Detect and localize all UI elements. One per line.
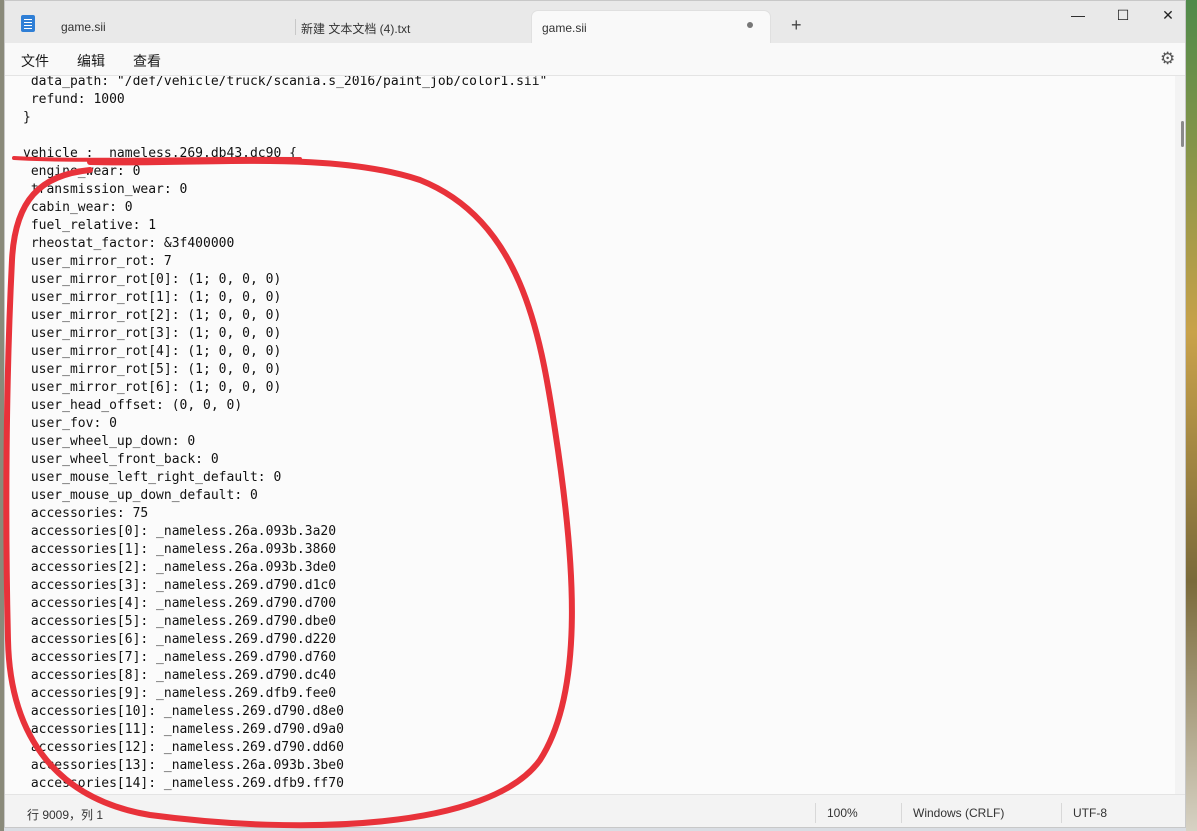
new-tab-button[interactable]: + [791,15,802,36]
code-line: user_mirror_rot[4]: (1; 0, 0, 0) [23,344,282,359]
code-line: transmission_wear: 0 [23,182,188,197]
code-line: accessories[6]: _nameless.269.d790.d220 [23,632,337,647]
code-line: accessories[7]: _nameless.269.d790.d760 [23,650,337,665]
code-line: accessories[1]: _nameless.26a.093b.3860 [23,542,337,557]
unsaved-dot-icon[interactable] [747,22,753,28]
line-ending[interactable]: Windows (CRLF) [913,806,1004,820]
code-line: accessories[4]: _nameless.269.d790.d700 [23,596,337,611]
tab-game-sii-1[interactable]: game.sii [61,1,281,43]
code-line: data_path: "/def/vehicle/truck/scania.s_… [23,76,548,89]
code-line: accessories[2]: _nameless.26a.093b.3de0 [23,560,337,575]
code-line: user_mirror_rot[3]: (1; 0, 0, 0) [23,326,282,341]
menu-edit[interactable]: 编辑 [77,51,105,71]
code-line: accessories[0]: _nameless.26a.093b.3a20 [23,524,337,539]
code-line: accessories[14]: _nameless.269.dfb9.ff70 [23,776,344,791]
code-line: user_fov: 0 [23,416,117,431]
close-button[interactable]: ✕ [1145,7,1185,24]
code-line: user_mirror_rot: 7 [23,254,172,269]
status-divider [815,803,816,823]
tab-new-text-document[interactable]: 新建 文本文档 (4).txt [301,1,521,43]
code-line: refund: 1000 [23,92,125,107]
code-line: rheostat_factor: &3f400000 [23,236,235,251]
tab-game-sii-active[interactable]: game.sii [531,10,771,43]
code-line: accessories[10]: _nameless.269.d790.d8e0 [23,704,344,719]
status-divider [901,803,902,823]
menu-bar: 文件 编辑 查看 ⚙ [5,43,1185,76]
code-line: user_mirror_rot[6]: (1; 0, 0, 0) [23,380,282,395]
notepad-window: game.sii 新建 文本文档 (4).txt game.sii + — ☐ … [4,0,1186,828]
code-line: user_mouse_left_right_default: 0 [23,470,282,485]
code-line: accessories[12]: _nameless.269.d790.dd60 [23,740,344,755]
code-line: user_mirror_rot[0]: (1; 0, 0, 0) [23,272,282,287]
encoding[interactable]: UTF-8 [1073,806,1107,820]
code-line: user_mouse_up_down_default: 0 [23,488,258,503]
desktop-background-right [1186,0,1197,831]
gear-icon[interactable]: ⚙ [1160,49,1175,69]
text-editor[interactable]: data_path: "/def/vehicle/truck/scania.s_… [5,76,1175,794]
code-line: accessories[5]: _nameless.269.d790.dbe0 [23,614,337,629]
cursor-position: 行 9009，列 1 [27,808,104,822]
code-line: accessories[11]: _nameless.269.d790.d9a0 [23,722,344,737]
zoom-level[interactable]: 100% [827,806,858,820]
menu-view[interactable]: 查看 [133,51,161,71]
code-line: cabin_wear: 0 [23,200,133,215]
code-line: accessories[9]: _nameless.269.dfb9.fee0 [23,686,337,701]
tab-label: 新建 文本文档 (4).txt [301,22,411,36]
minimize-button[interactable]: — [1055,7,1101,23]
code-line: accessories[3]: _nameless.269.d790.d1c0 [23,578,337,593]
notepad-icon [21,15,35,32]
code-line: user_mirror_rot[1]: (1; 0, 0, 0) [23,290,282,305]
status-divider [1061,803,1062,823]
code-line: accessories[8]: _nameless.269.d790.dc40 [23,668,337,683]
code-line: user_head_offset: (0, 0, 0) [23,398,243,413]
code-line: user_wheel_up_down: 0 [23,434,196,449]
code-line: user_wheel_front_back: 0 [23,452,219,467]
vertical-scrollbar[interactable] [1181,121,1184,147]
code-line: vehicle : _nameless.269.db43.dc90 { [23,146,297,161]
code-line: fuel_relative: 1 [23,218,157,233]
code-line: user_mirror_rot[2]: (1; 0, 0, 0) [23,308,282,323]
status-bar: 行 9009，列 1 100% Windows (CRLF) UTF-8 [5,794,1185,827]
code-line: engine_wear: 0 [23,164,141,179]
tab-separator [295,19,296,35]
code-line: } [23,110,31,125]
tab-label: game.sii [61,20,106,34]
code-line: user_mirror_rot[5]: (1; 0, 0, 0) [23,362,282,377]
code-line: accessories: 75 [23,506,149,521]
menu-file[interactable]: 文件 [21,51,49,71]
code-line: accessories[13]: _nameless.26a.093b.3be0 [23,758,344,773]
maximize-button[interactable]: ☐ [1100,7,1146,24]
title-bar: game.sii 新建 文本文档 (4).txt game.sii + — ☐ … [5,1,1185,43]
tab-label: game.sii [542,21,587,35]
